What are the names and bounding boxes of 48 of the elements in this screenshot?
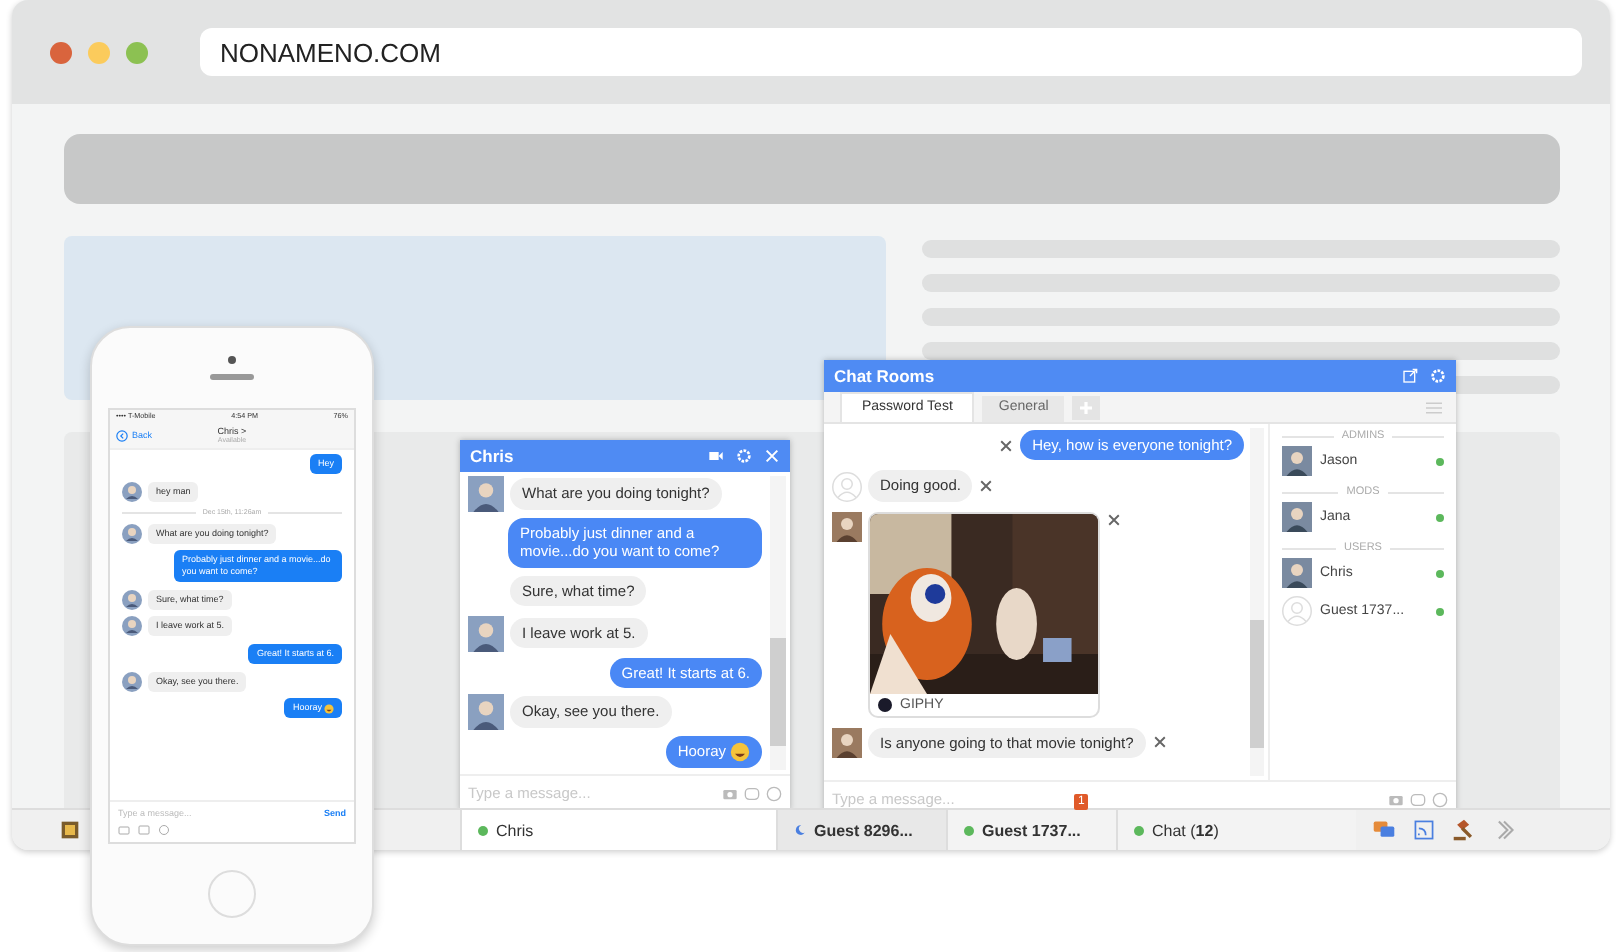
gif-icon[interactable] xyxy=(138,824,150,836)
gif-icon[interactable] xyxy=(1410,791,1426,807)
feed-icon[interactable] xyxy=(1412,818,1436,842)
popout-icon[interactable] xyxy=(1402,368,1418,384)
avatar-icon xyxy=(468,694,504,731)
avatar-icon xyxy=(468,476,504,512)
chat-bubbles-icon[interactable] xyxy=(1372,818,1396,842)
list-icon[interactable] xyxy=(1424,400,1444,416)
emoji-icon xyxy=(730,742,750,763)
close-icon[interactable] xyxy=(50,41,72,63)
giphy-icon xyxy=(878,697,892,712)
delete-icon[interactable] xyxy=(1151,734,1168,751)
address-bar[interactable]: NONAMENO.COM xyxy=(200,28,1582,76)
maximize-icon[interactable] xyxy=(126,41,148,63)
avatar-icon xyxy=(122,481,142,502)
close-icon[interactable] xyxy=(764,448,780,464)
home-button[interactable] xyxy=(208,870,256,918)
video-camera-icon[interactable] xyxy=(708,448,724,464)
camera-icon[interactable] xyxy=(118,824,130,836)
chevron-right-icon[interactable] xyxy=(1492,818,1516,842)
emoji-icon[interactable] xyxy=(1432,791,1448,807)
emoji-icon[interactable] xyxy=(158,824,170,836)
chat-title: Chris xyxy=(470,446,516,466)
avatar-icon xyxy=(122,616,142,637)
delete-icon[interactable] xyxy=(978,478,995,495)
avatar-icon xyxy=(468,615,504,652)
delete-icon[interactable] xyxy=(1106,511,1122,528)
scrollbar[interactable] xyxy=(1250,428,1264,776)
settings-icon[interactable] xyxy=(736,448,752,464)
settings-icon[interactable] xyxy=(1430,368,1446,384)
back-icon xyxy=(116,429,128,441)
minimize-icon[interactable] xyxy=(88,41,110,63)
chat-tab[interactable]: Guest 8296... xyxy=(776,810,946,850)
gif-icon[interactable] xyxy=(744,785,760,801)
gavel-icon[interactable] xyxy=(1452,818,1476,842)
chat-tab[interactable]: Chris xyxy=(460,810,776,850)
film-icon[interactable] xyxy=(60,820,80,840)
delete-icon[interactable] xyxy=(998,437,1015,454)
scrollbar[interactable] xyxy=(770,476,786,770)
emoji-icon[interactable] xyxy=(766,785,782,801)
avatar-icon xyxy=(122,523,142,544)
camera-icon[interactable] xyxy=(1388,791,1404,807)
add-tab-icon[interactable] xyxy=(1072,396,1101,420)
avatar-icon xyxy=(122,671,142,692)
avatar-icon xyxy=(122,589,142,610)
chat-title: Chat Rooms xyxy=(834,366,937,386)
emoji-icon xyxy=(324,703,334,714)
camera-icon[interactable] xyxy=(722,785,738,801)
